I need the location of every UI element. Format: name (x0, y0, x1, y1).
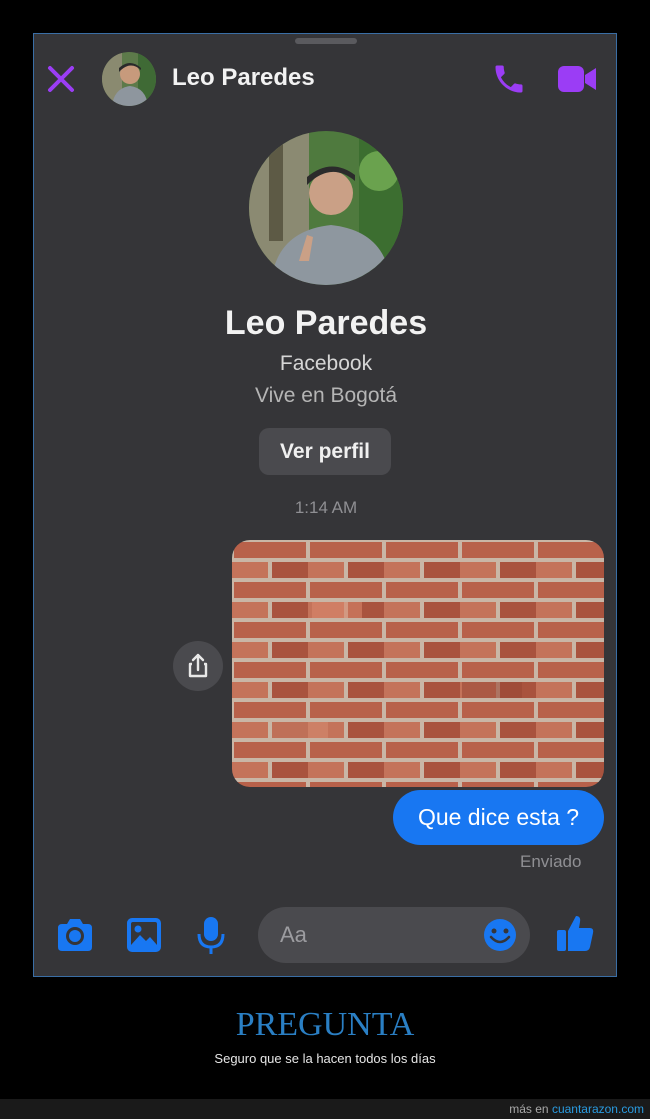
microphone-icon[interactable] (190, 914, 232, 956)
share-icon[interactable] (173, 641, 223, 691)
profile-name: Leo Paredes (224, 304, 428, 342)
messenger-screen: Leo Paredes Leo Paredes Facebook Vive en… (33, 33, 617, 977)
profile-avatar[interactable] (249, 131, 403, 285)
footer-credit-link[interactable]: cuantarazon.com (552, 1102, 644, 1116)
close-icon[interactable] (46, 64, 76, 94)
footer-title: PREGUNTA (235, 1006, 415, 1043)
phone-icon[interactable] (491, 61, 527, 97)
emoji-icon[interactable] (482, 917, 518, 953)
message-timestamp: 1:14 AM (294, 498, 358, 517)
view-profile-button[interactable]: Ver perfil (259, 428, 391, 475)
gallery-icon[interactable] (123, 914, 165, 956)
footer-subtitle: Seguro que se la hacen todos los días (214, 1051, 436, 1066)
message-input[interactable] (280, 907, 470, 963)
message-input-container[interactable] (258, 907, 530, 963)
header-avatar[interactable] (102, 52, 156, 106)
drag-handle[interactable] (295, 38, 357, 44)
brick-wall-photo[interactable] (232, 540, 604, 787)
header-contact-name[interactable]: Leo Paredes (172, 64, 315, 92)
profile-source: Facebook (279, 352, 373, 375)
message-status: Enviado (520, 852, 582, 871)
camera-icon[interactable] (54, 914, 96, 956)
video-camera-icon[interactable] (556, 62, 598, 96)
footer-bar: más en cuantarazon.com (0, 1099, 650, 1119)
thumbs-up-icon[interactable] (554, 912, 596, 954)
footer-credit-prefix: más en (509, 1102, 549, 1116)
footer-credit: más en cuantarazon.com (509, 1102, 644, 1116)
sent-message-bubble[interactable]: Que dice esta ? (393, 790, 604, 845)
profile-location: Vive en Bogotá (254, 384, 398, 407)
